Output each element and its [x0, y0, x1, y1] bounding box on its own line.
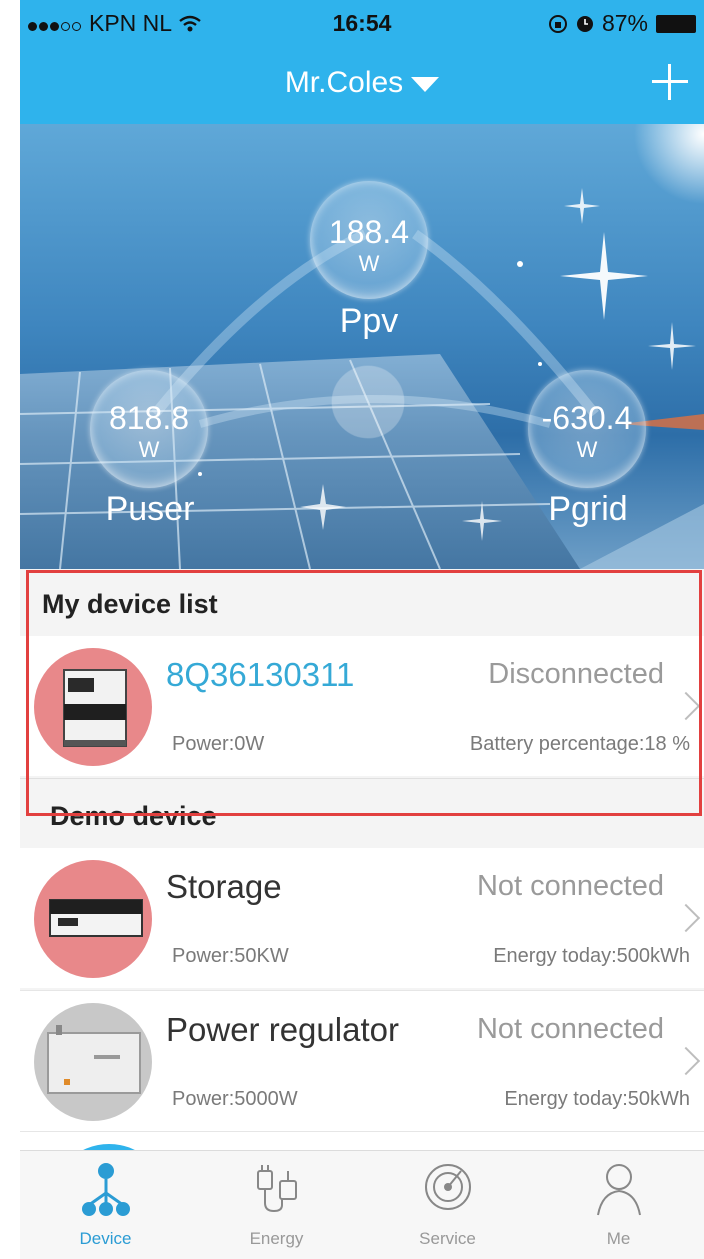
demo-device-title: Demo device [50, 801, 217, 831]
tab-device[interactable]: Device [20, 1151, 191, 1259]
pgrid-node: -630.4 W [528, 370, 646, 488]
device-row-storage[interactable]: Storage Not connected Power:50KW Energy … [20, 848, 704, 988]
dropdown-triangle-icon [411, 76, 440, 92]
tab-energy-label: Energy [249, 1229, 304, 1248]
device-name: Storage [166, 868, 282, 905]
demo-device-header: Demo device [20, 778, 704, 849]
device-name: Power regulator [166, 1011, 399, 1048]
alarm-icon [576, 15, 593, 32]
person-icon [597, 1164, 641, 1216]
device-status: Disconnected [488, 658, 664, 690]
status-right: 87% [548, 10, 696, 37]
ppv-value: 188.4 [328, 214, 410, 250]
inverter-image [63, 669, 127, 747]
service-radar-icon [425, 1164, 471, 1210]
tab-service[interactable]: Service [362, 1151, 533, 1259]
power-regulator-image [47, 1025, 141, 1094]
chevron-right-icon [671, 903, 701, 933]
app-screen: KPN NL 16:54 87% Mr.Coles 188.4 W Ppv 81… [20, 0, 704, 1259]
energy-plug-icon [257, 1165, 297, 1213]
chevron-right-icon [671, 1046, 701, 1076]
pgrid-value: -630.4 [541, 400, 633, 436]
device-power: Power:0W [172, 733, 265, 755]
device-row-partial[interactable] [20, 1131, 704, 1152]
tab-bar: Device Energy Service Me [20, 1150, 704, 1259]
device-serial-link[interactable]: 8Q36130311 [166, 656, 354, 694]
device-row-8q36130311[interactable]: 8Q36130311 Disconnected Power:0W Battery… [20, 636, 704, 776]
rotation-lock-icon [548, 14, 567, 33]
device-network-icon [82, 1163, 130, 1216]
device-power: Power:5000W [172, 1088, 298, 1110]
puser-label: Puser [105, 490, 195, 528]
device-energy-today: Energy today:50kWh [504, 1088, 690, 1110]
puser-value: 818.8 [108, 400, 190, 436]
tab-service-label: Service [419, 1229, 476, 1248]
inverter-thumbnail [34, 648, 152, 766]
account-selector[interactable]: Mr.Coles [20, 66, 704, 100]
device-row-power-regulator[interactable]: Power regulator Not connected Power:5000… [20, 990, 704, 1131]
ppv-node: 188.4 W [310, 181, 428, 299]
tab-me[interactable]: Me [533, 1151, 704, 1259]
ppv-label: Ppv [339, 302, 399, 340]
device-status: Not connected [476, 870, 664, 902]
device-battery-percentage: Battery percentage:18 % [469, 733, 690, 755]
ppv-unit: W [358, 251, 380, 276]
device-status: Not connected [476, 1013, 664, 1045]
tab-me-label: Me [606, 1229, 631, 1248]
power-flow-banner: 188.4 W Ppv 818.8 W Puser -630.4 W Pgrid [20, 124, 704, 569]
device-energy-today: Energy today:500kWh [493, 945, 690, 967]
pgrid-label: Pgrid [548, 490, 628, 528]
battery-percentage: 87% [601, 10, 648, 36]
device-power: Power:50KW [172, 945, 289, 967]
my-device-list-header: My device list [20, 569, 704, 636]
storage-image [49, 899, 143, 937]
add-device-button[interactable] [650, 62, 690, 102]
puser-node: 818.8 W [90, 370, 208, 488]
puser-unit: W [138, 437, 160, 462]
tab-energy[interactable]: Energy [191, 1151, 362, 1259]
chevron-right-icon [671, 691, 701, 721]
storage-thumbnail [34, 860, 152, 978]
tab-device-label: Device [79, 1229, 132, 1248]
navigation-bar: Mr.Coles [20, 44, 704, 124]
account-name: Mr.Coles [284, 66, 404, 99]
status-bar: KPN NL 16:54 87% [20, 0, 704, 44]
power-regulator-thumbnail [34, 1003, 152, 1121]
battery-icon [656, 14, 696, 33]
my-device-list-title: My device list [42, 589, 218, 619]
pgrid-unit: W [576, 437, 598, 462]
